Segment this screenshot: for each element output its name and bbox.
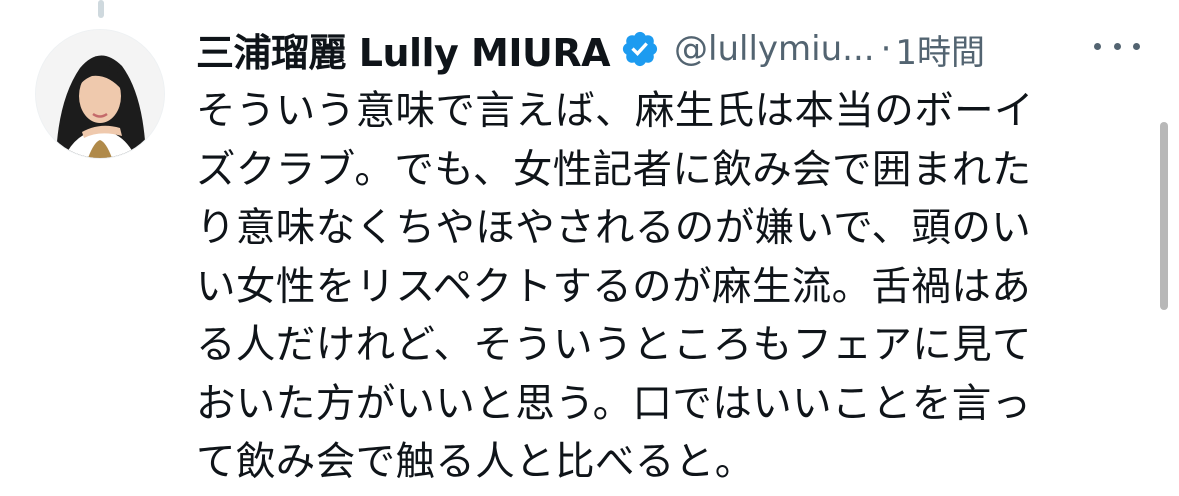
more-horizontal-icon [1094,42,1101,50]
more-horizontal-icon [1113,42,1121,50]
more-options-button[interactable] [1094,34,1140,58]
tweet-text-line: そういう意味で言えば、麻生氏は本当のボーイ [196,88,1034,134]
scrollbar-thumb[interactable] [1160,122,1168,310]
tweet-header: 三浦瑠麗 Lully MIURA @lullymiu... · 1時間 [196,20,985,78]
tweet-text: そういう意味で言えば、麻生氏は本当のボーイ ズクラブ。でも、女性記者に飲み会で囲… [196,82,1076,492]
avatar[interactable] [35,29,165,159]
thread-connector-line [98,0,104,18]
tweet-text-line: おいた方がいいと思う。口ではいいことを言っ [196,380,1032,427]
tweet-text-line: る人だけれど、そういうところもフェアに見て [196,322,1032,368]
verified-badge-icon [620,29,660,69]
header-separator: · [880,29,892,69]
author-name[interactable]: 三浦瑠麗 Lully MIURA [196,22,611,77]
tweet-text-line: い女性をリスペクトするのが麻生流。舌禍はあ [196,263,1032,310]
tweet-text-line: て飲み会で触る人と比べると。 [196,439,755,485]
more-horizontal-icon [1133,42,1140,50]
tweet-text-line: り意味なくちやほやされるのが嫌いで、頭のい [196,205,1032,251]
author-handle[interactable]: @lullymiu... [674,29,875,69]
tweet-text-line: ズクラブ。でも、女性記者に飲み会で囲まれた [196,146,1032,193]
tweet-timestamp[interactable]: 1時間 [895,25,985,74]
avatar-image [36,30,164,158]
